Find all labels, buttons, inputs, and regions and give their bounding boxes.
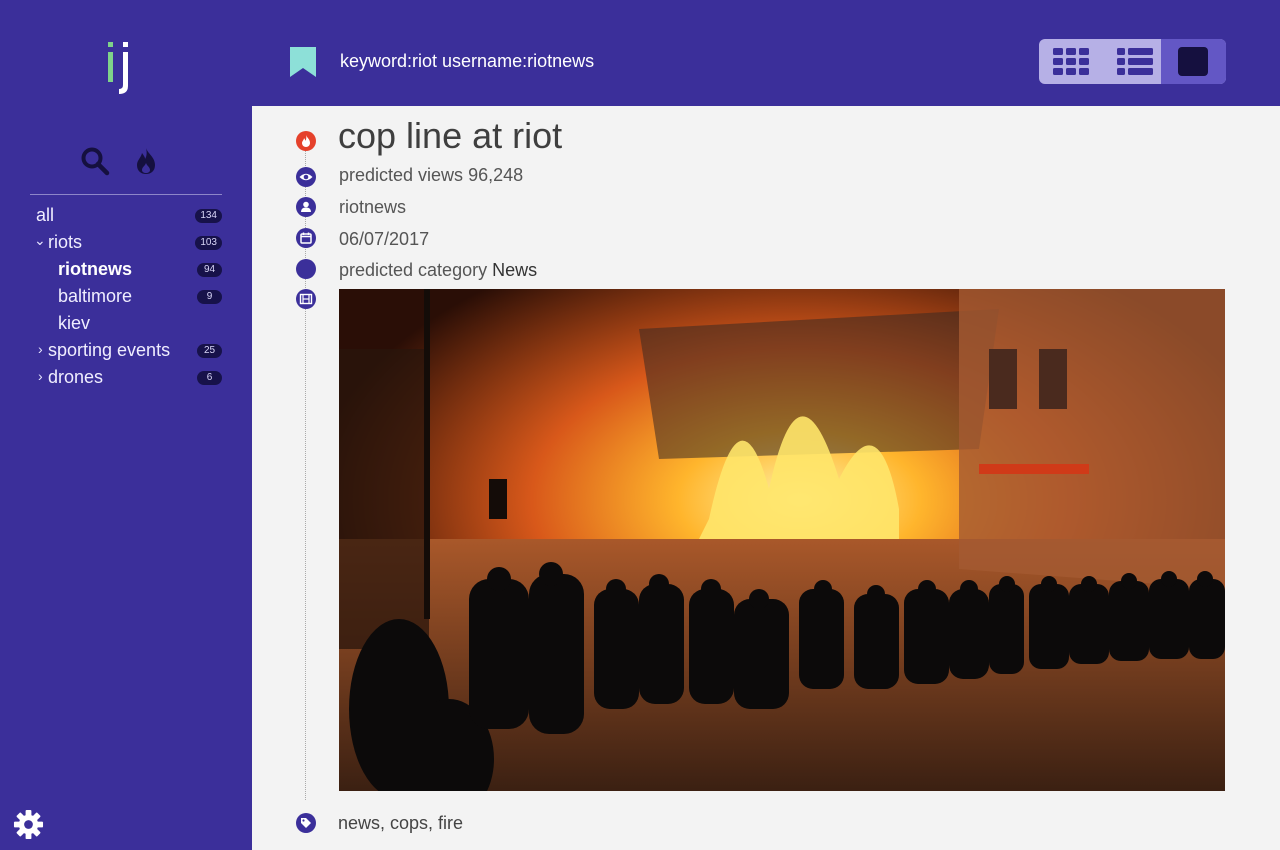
chevron-right-icon[interactable]: ›: [38, 363, 43, 390]
count-badge: 94: [197, 263, 222, 277]
chevron-down-icon[interactable]: ⌄: [34, 227, 46, 254]
calendar-icon: [296, 228, 316, 248]
eye-icon: [296, 167, 316, 187]
tree-item-drones[interactable]: › drones 6: [0, 364, 252, 391]
post-title: cop line at riot: [338, 115, 563, 156]
count-badge: 103: [195, 236, 222, 250]
predicted-category-label: predicted category: [339, 260, 488, 280]
grid-view-icon: [1053, 48, 1089, 75]
sidebar: all 134 ⌄ riots 103 riotnews 94 baltimor…: [0, 0, 252, 850]
app-logo[interactable]: [105, 38, 131, 96]
post-username[interactable]: riotnews: [339, 197, 406, 218]
predicted-views-label: predicted views: [339, 165, 464, 185]
predicted-views: predicted views 96,248: [339, 165, 523, 186]
count-badge: 25: [197, 344, 222, 358]
tree-item-label: riotnews: [58, 259, 133, 279]
tree-item-sporting-events[interactable]: › sporting events 25: [0, 337, 252, 364]
tree-item-riotnews[interactable]: riotnews 94: [0, 256, 252, 283]
tree-item-baltimore[interactable]: baltimore 9: [0, 283, 252, 310]
chevron-right-icon[interactable]: ›: [38, 336, 43, 363]
collection-tree: all 134 ⌄ riots 103 riotnews 94 baltimor…: [0, 202, 252, 391]
count-badge: 9: [197, 290, 222, 304]
list-view-button[interactable]: [1100, 39, 1161, 84]
tree-item-label: kiev: [58, 313, 91, 333]
predicted-views-value: 96,248: [468, 165, 524, 185]
tree-item-kiev[interactable]: kiev: [0, 310, 252, 337]
predicted-category-value: News: [492, 260, 538, 280]
single-view-button[interactable]: [1161, 39, 1226, 84]
tree-item-label: riots: [48, 232, 83, 252]
tree-item-label: baltimore: [58, 286, 133, 306]
sidebar-divider: [30, 194, 222, 195]
tree-item-riots[interactable]: ⌄ riots 103: [0, 229, 252, 256]
predicted-category: predicted category News: [339, 260, 537, 281]
post-date: 06/07/2017: [339, 229, 430, 249]
view-switcher: [1039, 39, 1226, 84]
category-icon: [296, 259, 316, 279]
tree-item-label: drones: [48, 367, 104, 387]
tree-item-label: sporting events: [48, 340, 171, 360]
gear-icon[interactable]: [13, 809, 44, 840]
search-query[interactable]: keyword:riot username:riotnews: [340, 51, 594, 72]
post-image[interactable]: [339, 289, 1225, 791]
tree-item-label: all: [36, 205, 55, 225]
tag-icon: [296, 813, 316, 833]
film-icon: [296, 289, 316, 309]
tree-item-all[interactable]: all 134: [0, 202, 252, 229]
search-icon[interactable]: [80, 146, 110, 176]
grid-view-button[interactable]: [1039, 39, 1100, 84]
hot-icon: [296, 131, 316, 151]
top-bar: keyword:riot username:riotnews: [252, 0, 1280, 106]
post-detail: cop line at riot predicted views 96,248 …: [252, 106, 1280, 850]
count-badge: 134: [195, 209, 222, 223]
user-icon: [296, 197, 316, 217]
single-view-icon: [1178, 47, 1208, 76]
count-badge: 6: [197, 371, 222, 385]
post-tags[interactable]: news, cops, fire: [338, 813, 463, 834]
bookmark-icon[interactable]: [288, 45, 318, 79]
fire-icon[interactable]: [134, 146, 158, 176]
list-view-icon: [1117, 48, 1153, 75]
